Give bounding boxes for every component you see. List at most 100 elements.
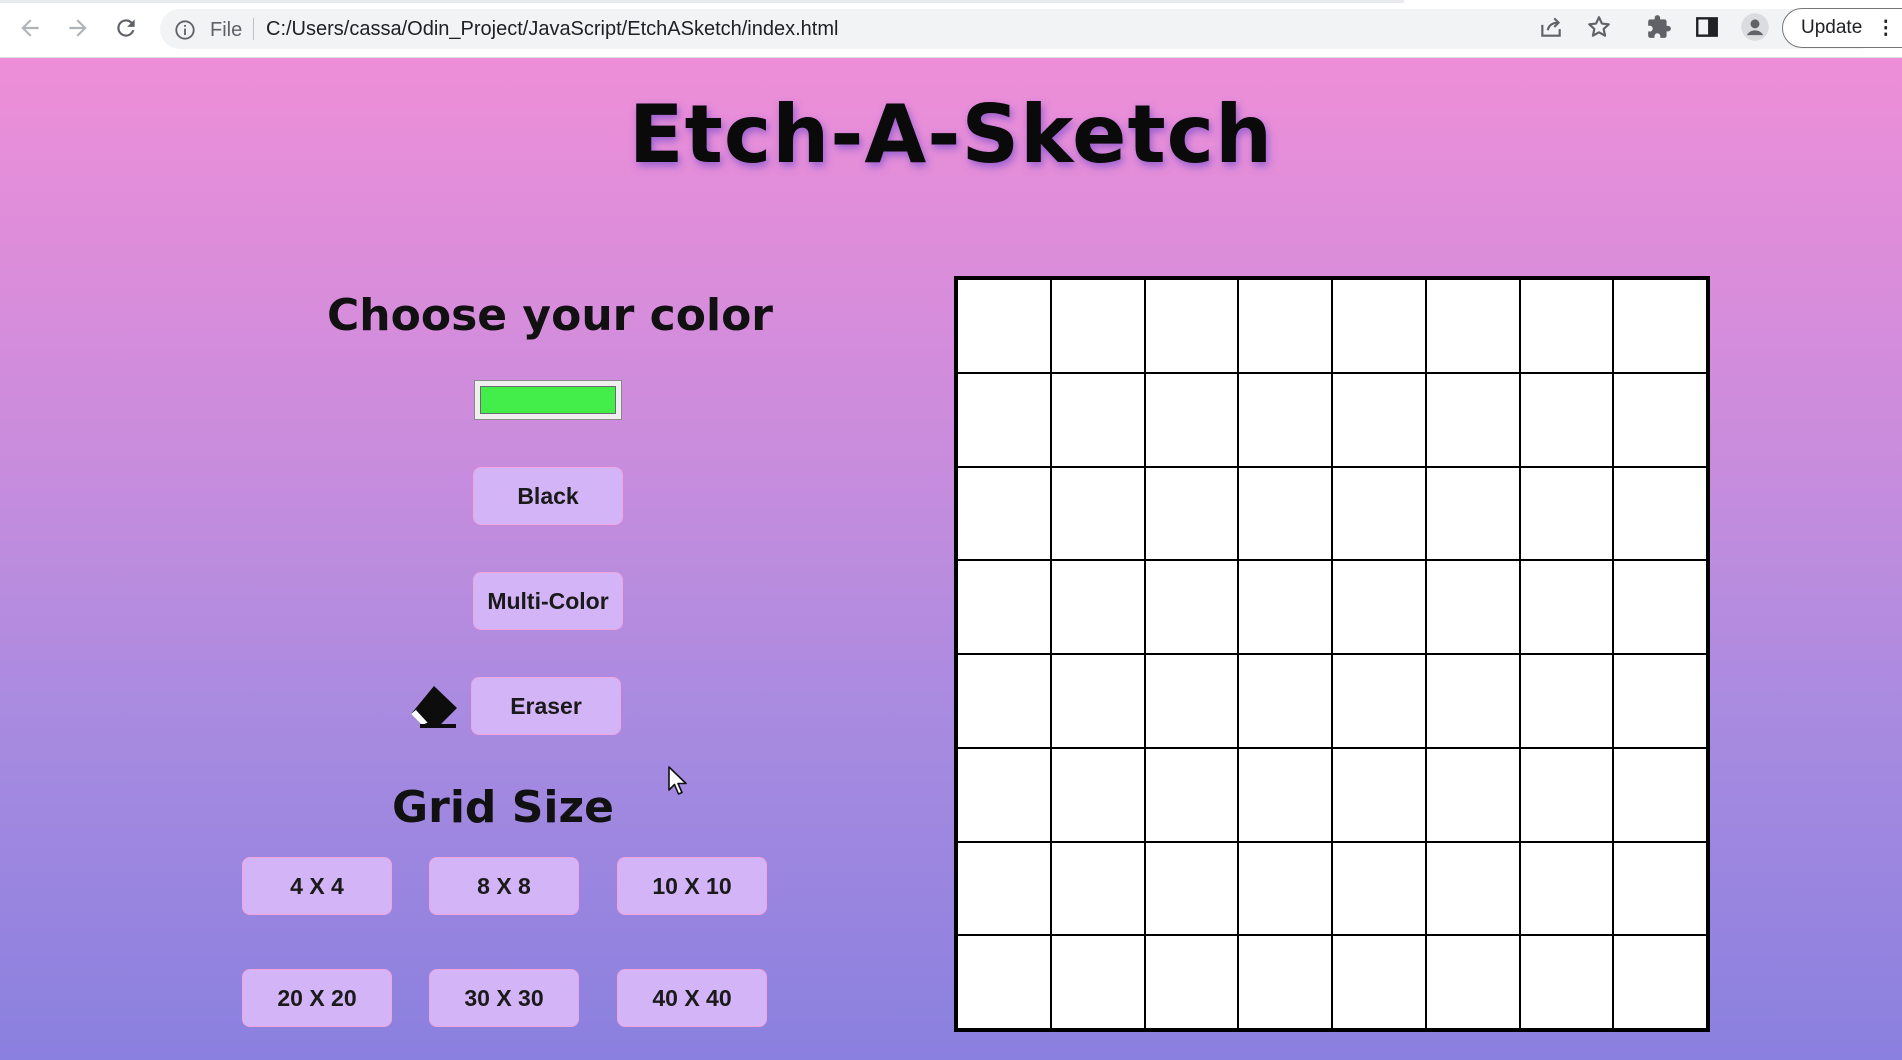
grid-cell[interactable] [1332,466,1426,561]
choose-color-heading: Choose your color [327,290,773,341]
eraser-icon [408,684,460,735]
scheme-label: File [210,19,243,41]
grid-cell[interactable] [1144,935,1239,1029]
sketch-grid[interactable] [954,276,1710,1032]
grid-cell[interactable] [1425,841,1520,936]
grid-cell[interactable] [1144,841,1239,936]
grid-cell[interactable] [957,466,1051,561]
back-icon [21,19,39,37]
grid-cell[interactable] [1425,466,1520,561]
extensions-icon[interactable] [1646,14,1672,45]
grid-cell[interactable] [1425,279,1520,373]
grid-8x8-button[interactable]: 8 X 8 [429,857,579,915]
grid-cell[interactable] [957,279,1051,373]
grid-cell[interactable] [1144,747,1239,842]
grid-cell[interactable] [957,372,1051,467]
grid-cell[interactable] [1519,935,1614,1029]
grid-cell[interactable] [1519,560,1614,654]
divider [253,18,254,40]
update-button[interactable]: Update ⋮ [1782,8,1902,48]
grid-cell[interactable] [1613,654,1707,748]
grid-cell[interactable] [957,654,1051,748]
update-label: Update [1801,17,1863,38]
grid-cell[interactable] [1144,279,1239,373]
grid-cell[interactable] [1613,841,1707,936]
grid-cell[interactable] [1144,560,1239,654]
grid-cell[interactable] [1425,372,1520,467]
grid-cell[interactable] [1144,466,1239,561]
grid-cell[interactable] [1613,560,1707,654]
grid-cell[interactable] [1332,841,1426,936]
menu-icon[interactable]: ⋮ [1876,17,1895,40]
grid-cell[interactable] [1050,841,1145,936]
grid-cell[interactable] [1050,560,1145,654]
color-picker-swatch [480,386,616,414]
forward-icon [69,19,87,37]
grid-cell[interactable] [1332,935,1426,1029]
grid-cell[interactable] [1332,560,1426,654]
grid-cell[interactable] [1238,560,1332,654]
grid-cell[interactable] [957,935,1051,1029]
grid-cell[interactable] [1238,935,1332,1029]
grid-40x40-button[interactable]: 40 X 40 [617,969,767,1027]
profile-icon[interactable] [1740,12,1770,47]
grid-cell[interactable] [1238,466,1332,561]
info-icon[interactable] [174,19,196,46]
back-button[interactable] [12,10,48,46]
grid-cell[interactable] [1519,372,1614,467]
eraser-button[interactable]: Eraser [471,677,621,735]
grid-cell[interactable] [1613,372,1707,467]
grid-cell[interactable] [957,560,1051,654]
grid-cell[interactable] [1613,279,1707,373]
grid-cell[interactable] [1144,372,1239,467]
tab-strip-edge [0,0,1404,3]
grid-cell[interactable] [1425,747,1520,842]
star-icon[interactable] [1586,14,1612,45]
grid-cell[interactable] [1238,654,1332,748]
share-icon[interactable] [1538,14,1564,45]
grid-cell[interactable] [1050,279,1145,373]
grid-cell[interactable] [1613,747,1707,842]
side-panel-icon[interactable] [1694,14,1720,45]
grid-cell[interactable] [1519,747,1614,842]
grid-30x30-button[interactable]: 30 X 30 [429,969,579,1027]
grid-cell[interactable] [1238,747,1332,842]
page-title: Etch-A-Sketch [628,88,1274,181]
grid-cell[interactable] [1332,279,1426,373]
reload-icon [117,19,135,37]
grid-10x10-button[interactable]: 10 X 10 [617,857,767,915]
grid-cell[interactable] [1238,372,1332,467]
grid-4x4-button[interactable]: 4 X 4 [242,857,392,915]
grid-cell[interactable] [1050,654,1145,748]
grid-cell[interactable] [1238,841,1332,936]
grid-cell[interactable] [1613,935,1707,1029]
multicolor-button[interactable]: Multi-Color [473,572,623,630]
grid-cell[interactable] [1519,466,1614,561]
grid-cell[interactable] [1332,747,1426,842]
black-button[interactable]: Black [473,467,623,525]
grid-cell[interactable] [1238,279,1332,373]
grid-cell[interactable] [1519,654,1614,748]
grid-cell[interactable] [1425,654,1520,748]
grid-cell[interactable] [1050,935,1145,1029]
color-picker[interactable] [474,380,622,420]
grid-cell[interactable] [957,841,1051,936]
grid-cell[interactable] [1050,372,1145,467]
grid-cell[interactable] [1332,654,1426,748]
reload-button[interactable] [108,10,144,46]
forward-button[interactable] [60,10,96,46]
grid-cell[interactable] [1613,466,1707,561]
grid-cell[interactable] [1144,654,1239,748]
url-text[interactable]: C:/Users/cassa/Odin_Project/JavaScript/E… [266,18,838,41]
address-bar[interactable]: File C:/Users/cassa/Odin_Project/JavaScr… [160,9,1880,49]
browser-toolbar: File C:/Users/cassa/Odin_Project/JavaScr… [0,0,1902,58]
grid-cell[interactable] [1050,747,1145,842]
grid-cell[interactable] [1519,841,1614,936]
grid-cell[interactable] [1425,935,1520,1029]
grid-20x20-button[interactable]: 20 X 20 [242,969,392,1027]
grid-cell[interactable] [1332,372,1426,467]
grid-cell[interactable] [957,747,1051,842]
grid-cell[interactable] [1050,466,1145,561]
grid-cell[interactable] [1519,279,1614,373]
grid-cell[interactable] [1425,560,1520,654]
